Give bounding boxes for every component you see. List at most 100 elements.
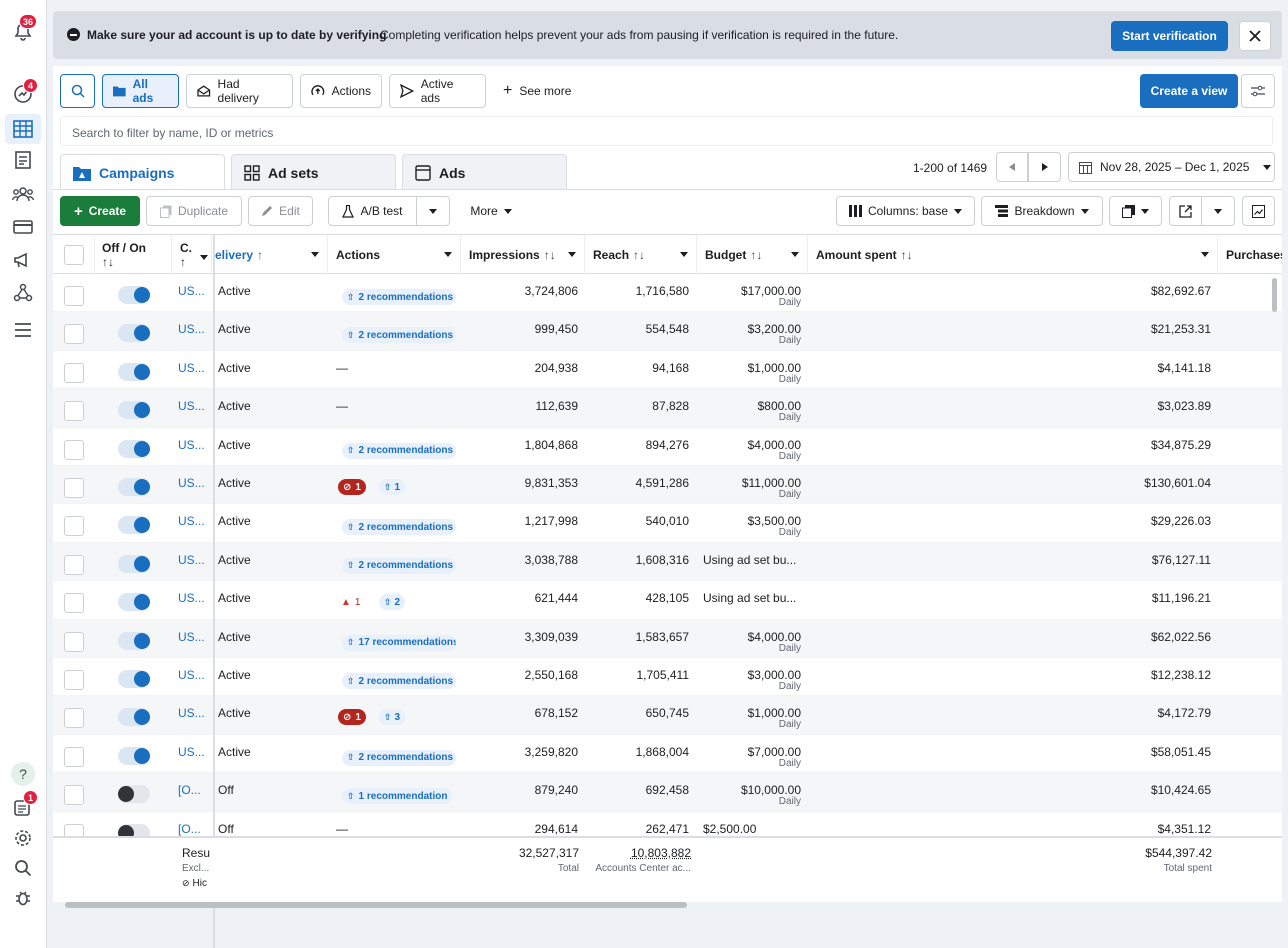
recommendations-pill[interactable]: ⇧ 2 recommendations — [342, 750, 456, 766]
hidden-rows-toggle[interactable]: ⊘ Hic — [182, 878, 207, 889]
more-button[interactable]: More — [459, 196, 523, 226]
start-verification-button[interactable]: Start verification — [1111, 21, 1228, 51]
recommendations-pill[interactable]: ⇧ 17 recommendations — [342, 635, 456, 651]
filter-active-ads[interactable]: Active ads — [389, 74, 486, 108]
on-off-toggle[interactable] — [118, 824, 150, 836]
campaign-name-link[interactable]: US... — [178, 476, 205, 490]
menu-icon[interactable] — [11, 318, 35, 342]
table-row[interactable]: US... Active ⇧ 17 recommendations 3,309,0… — [53, 620, 1282, 658]
date-range-picker[interactable]: Nov 28, 2025 – Dec 1, 2025 — [1068, 152, 1275, 182]
on-off-toggle[interactable] — [118, 478, 150, 496]
campaign-name-link[interactable]: US... — [178, 591, 205, 605]
create-button[interactable]: + Create — [60, 196, 140, 226]
account-overview-icon[interactable]: 4 — [11, 82, 35, 106]
on-off-toggle[interactable] — [118, 516, 150, 534]
row-checkbox[interactable] — [64, 324, 84, 344]
columns-button[interactable]: Columns: base — [836, 196, 975, 226]
campaign-name-link[interactable]: US... — [178, 553, 205, 567]
on-off-toggle[interactable] — [118, 286, 150, 304]
row-checkbox[interactable] — [64, 747, 84, 767]
create-view-button[interactable]: Create a view — [1140, 74, 1238, 108]
on-off-toggle[interactable] — [118, 632, 150, 650]
campaigns-table-icon[interactable] — [5, 114, 41, 144]
filter-settings-button[interactable] — [1241, 74, 1275, 108]
previous-page-button[interactable] — [996, 152, 1028, 182]
table-row[interactable]: [O... Off — 294,614 262,471 $2,500.00 $4… — [53, 812, 1282, 836]
column-off-on[interactable]: Off / On ↑↓ — [95, 235, 172, 274]
help-icon[interactable]: ? — [11, 762, 35, 786]
export-dropdown[interactable] — [1201, 196, 1235, 226]
tab-ad-sets[interactable]: Ad sets — [231, 154, 396, 190]
recommendations-pill[interactable]: ⇧ 2 recommendations — [342, 289, 456, 305]
row-checkbox[interactable] — [64, 401, 84, 421]
column-reach[interactable]: Reach ↑↓ — [585, 235, 697, 274]
column-impressions[interactable]: Impressions ↑↓ — [461, 235, 585, 274]
row-checkbox[interactable] — [64, 555, 84, 575]
campaign-name-link[interactable]: US... — [178, 399, 205, 413]
business-network-icon[interactable] — [11, 281, 35, 305]
table-row[interactable]: US... Active ⇧ 2 recommendations 1,217,99… — [53, 504, 1282, 542]
select-all-checkbox[interactable] — [64, 245, 84, 265]
table-row[interactable]: US... Active ⊘ 1 ⇧ 1 9,831,353 4,591,286 $1… — [53, 466, 1282, 504]
on-off-toggle[interactable] — [118, 708, 150, 726]
table-row[interactable]: US... Active ⇧ 2 recommendations 3,038,78… — [53, 543, 1282, 581]
table-row[interactable]: US... Active — 112,639 87,828 $800.00 Da… — [53, 389, 1282, 427]
recommendations-pill[interactable]: ⇧ 2 recommendations — [342, 558, 456, 574]
column-delivery[interactable]: elivery ↑ — [215, 235, 328, 274]
row-checkbox[interactable] — [64, 440, 84, 460]
reports-button[interactable] — [1109, 196, 1162, 226]
row-checkbox[interactable] — [64, 286, 84, 306]
recommendations-pill[interactable]: ⇧ 3 — [379, 709, 405, 725]
duplicate-button[interactable]: Duplicate — [146, 196, 242, 226]
row-checkbox[interactable] — [64, 478, 84, 498]
search-toggle-button[interactable] — [60, 74, 95, 108]
campaign-name-link[interactable]: [O... — [178, 822, 201, 836]
campaign-name-link[interactable]: US... — [178, 284, 205, 298]
close-banner-button[interactable] — [1239, 21, 1271, 51]
column-amount-spent[interactable]: Amount spent ↑↓ — [808, 235, 1218, 274]
campaign-name-link[interactable]: US... — [178, 630, 205, 644]
table-row[interactable]: US... Active ⊘ 1 ⇧ 3 678,152 650,745 $1,000… — [53, 696, 1282, 734]
campaign-name-link[interactable]: US... — [178, 668, 205, 682]
table-row[interactable]: US... Active ⇧ 2 recommendations 2,550,16… — [53, 658, 1282, 696]
settings-gear-icon[interactable] — [11, 826, 35, 850]
recommendations-pill[interactable]: ⇧ 2 — [379, 594, 405, 610]
row-checkbox[interactable] — [64, 632, 84, 652]
filter-all-ads[interactable]: All ads — [102, 74, 179, 108]
news-feed-icon[interactable]: 1 — [11, 796, 35, 820]
export-button[interactable] — [1169, 196, 1202, 226]
row-checkbox[interactable] — [64, 785, 84, 805]
on-off-toggle[interactable] — [118, 363, 150, 381]
charts-button[interactable] — [1242, 196, 1275, 226]
row-checkbox[interactable] — [64, 708, 84, 728]
breakdown-button[interactable]: Breakdown — [981, 196, 1103, 226]
table-row[interactable]: US... Active ⇧ 2 recommendations 3,724,80… — [53, 274, 1282, 312]
reports-icon[interactable] — [11, 148, 35, 172]
row-checkbox[interactable] — [64, 670, 84, 690]
on-off-toggle[interactable] — [118, 440, 150, 458]
search-icon[interactable] — [11, 856, 35, 880]
column-budget[interactable]: Budget ↑↓ — [697, 235, 808, 274]
row-checkbox[interactable] — [64, 363, 84, 383]
vertical-scrollbar[interactable] — [1272, 278, 1277, 312]
recommendations-pill[interactable]: ⇧ 2 recommendations — [342, 673, 456, 689]
table-row[interactable]: US... Active — 204,938 94,168 $1,000.00 … — [53, 351, 1282, 389]
row-checkbox[interactable] — [64, 824, 84, 836]
table-row[interactable]: US... Active ⇧ 2 recommendations 1,804,86… — [53, 428, 1282, 466]
row-checkbox[interactable] — [64, 593, 84, 613]
recommendations-pill[interactable]: ⇧ 1 recommendation — [342, 788, 452, 804]
column-purchases[interactable]: Purchases — [1218, 235, 1282, 274]
warning-pill[interactable]: ▲ 1 — [341, 594, 360, 610]
tab-campaigns[interactable]: Campaigns — [60, 154, 225, 190]
on-off-toggle[interactable] — [118, 747, 150, 765]
edit-button[interactable]: Edit — [248, 196, 313, 226]
search-filter-input[interactable]: Search to filter by name, ID or metrics — [60, 116, 1273, 146]
bug-report-icon[interactable] — [11, 886, 35, 910]
audiences-icon[interactable] — [11, 182, 35, 206]
tab-ads[interactable]: Ads — [402, 154, 567, 190]
campaign-name-link[interactable]: US... — [178, 706, 205, 720]
recommendations-pill[interactable]: ⇧ 2 recommendations — [342, 327, 456, 343]
on-off-toggle[interactable] — [118, 670, 150, 688]
error-pill[interactable]: ⊘ 1 — [338, 709, 366, 725]
recommendations-pill[interactable]: ⇧ 1 — [379, 479, 405, 495]
